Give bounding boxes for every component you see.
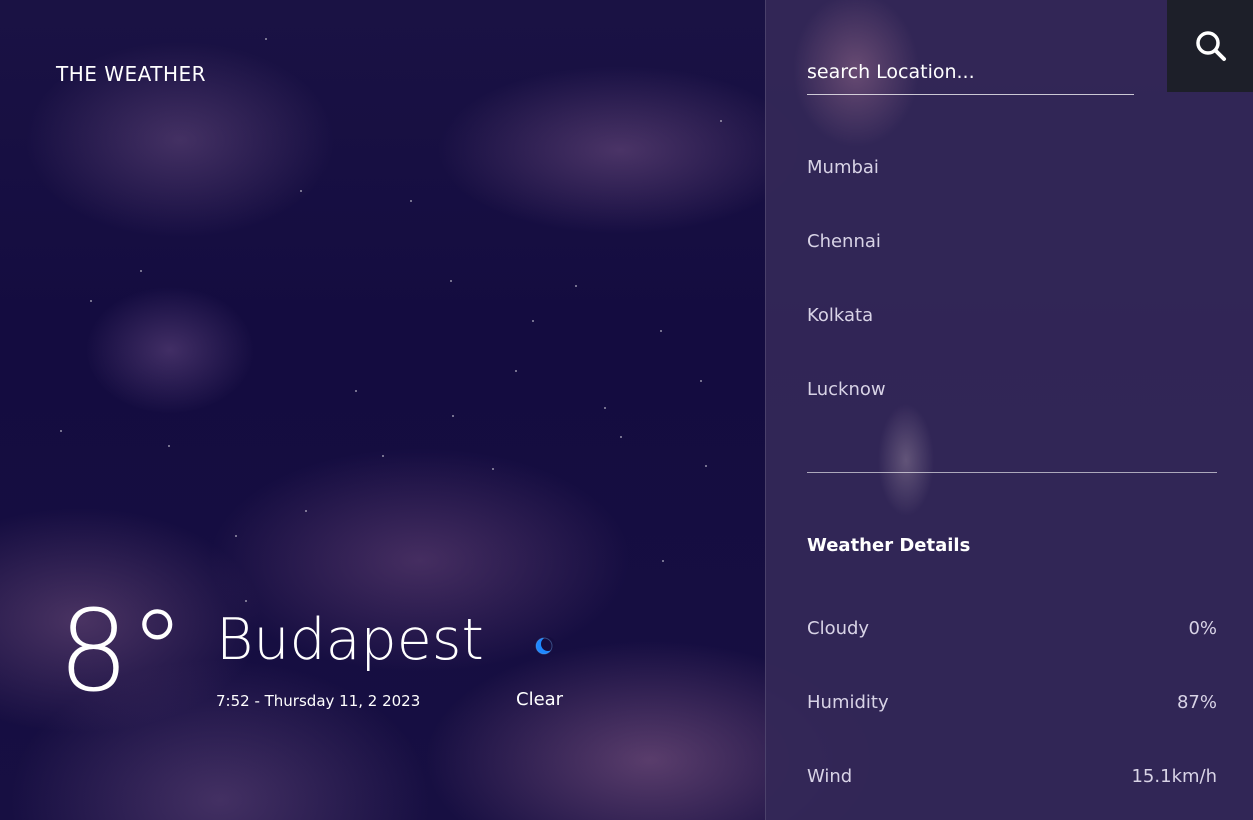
star-dot [355,390,357,392]
star-dot [235,535,237,537]
star-dot [660,330,662,332]
star-dot [620,436,622,438]
weather-details-title: Weather Details [807,535,971,556]
star-dot [700,380,702,382]
search-input[interactable] [807,50,1134,95]
star-dot [532,320,534,322]
current-datetime: 7:52 - Thursday 11, 2 2023 [216,692,421,710]
current-temperature: 8° [58,587,186,717]
star-dot [60,430,62,432]
star-dot [300,190,302,192]
star-dot [705,465,707,467]
star-dot [492,468,494,470]
detail-value: 87% [1176,692,1217,713]
weather-condition: Clear [516,689,564,710]
detail-label: Cloudy [807,618,870,639]
star-dot [452,415,454,417]
detail-value: 15.1km/h [1131,766,1217,787]
weather-app: THE WEATHER 8° Budapest 7:52 - Thursday … [0,0,1253,820]
star-dot [575,285,577,287]
city-item-lucknow[interactable]: Lucknow [807,368,886,442]
star-dot [305,510,307,512]
divider [807,472,1217,473]
star-dot [450,280,452,282]
city-item-mumbai[interactable]: Mumbai [807,146,886,220]
star-dot [382,455,384,457]
current-city: Budapest [216,607,484,673]
star-dot [140,270,142,272]
detail-label: Humidity [807,692,889,713]
star-dot [265,38,267,40]
detail-value: 0% [1188,618,1217,639]
star-dot [90,300,92,302]
search-icon [1195,31,1226,61]
detail-row-wind: Wind 15.1km/h [807,755,1217,820]
star-dot [410,200,412,202]
star-dot [515,370,517,372]
search-button[interactable] [1167,0,1253,92]
weather-details-list: Cloudy 0% Humidity 87% Wind 15.1km/h [807,607,1217,820]
detail-label: Wind [807,766,853,787]
moon-icon [533,635,555,657]
city-list: Mumbai Chennai Kolkata Lucknow [807,146,886,442]
star-dot [604,407,606,409]
star-dot [662,560,664,562]
city-item-chennai[interactable]: Chennai [807,220,886,294]
city-item-kolkata[interactable]: Kolkata [807,294,886,368]
detail-row-humidity: Humidity 87% [807,681,1217,755]
star-dot [245,600,247,602]
brand-title: THE WEATHER [56,62,207,86]
side-panel: Mumbai Chennai Kolkata Lucknow Weather D… [765,0,1253,820]
detail-row-cloudy: Cloudy 0% [807,607,1217,681]
star-dot [168,445,170,447]
star-dot [720,120,722,122]
